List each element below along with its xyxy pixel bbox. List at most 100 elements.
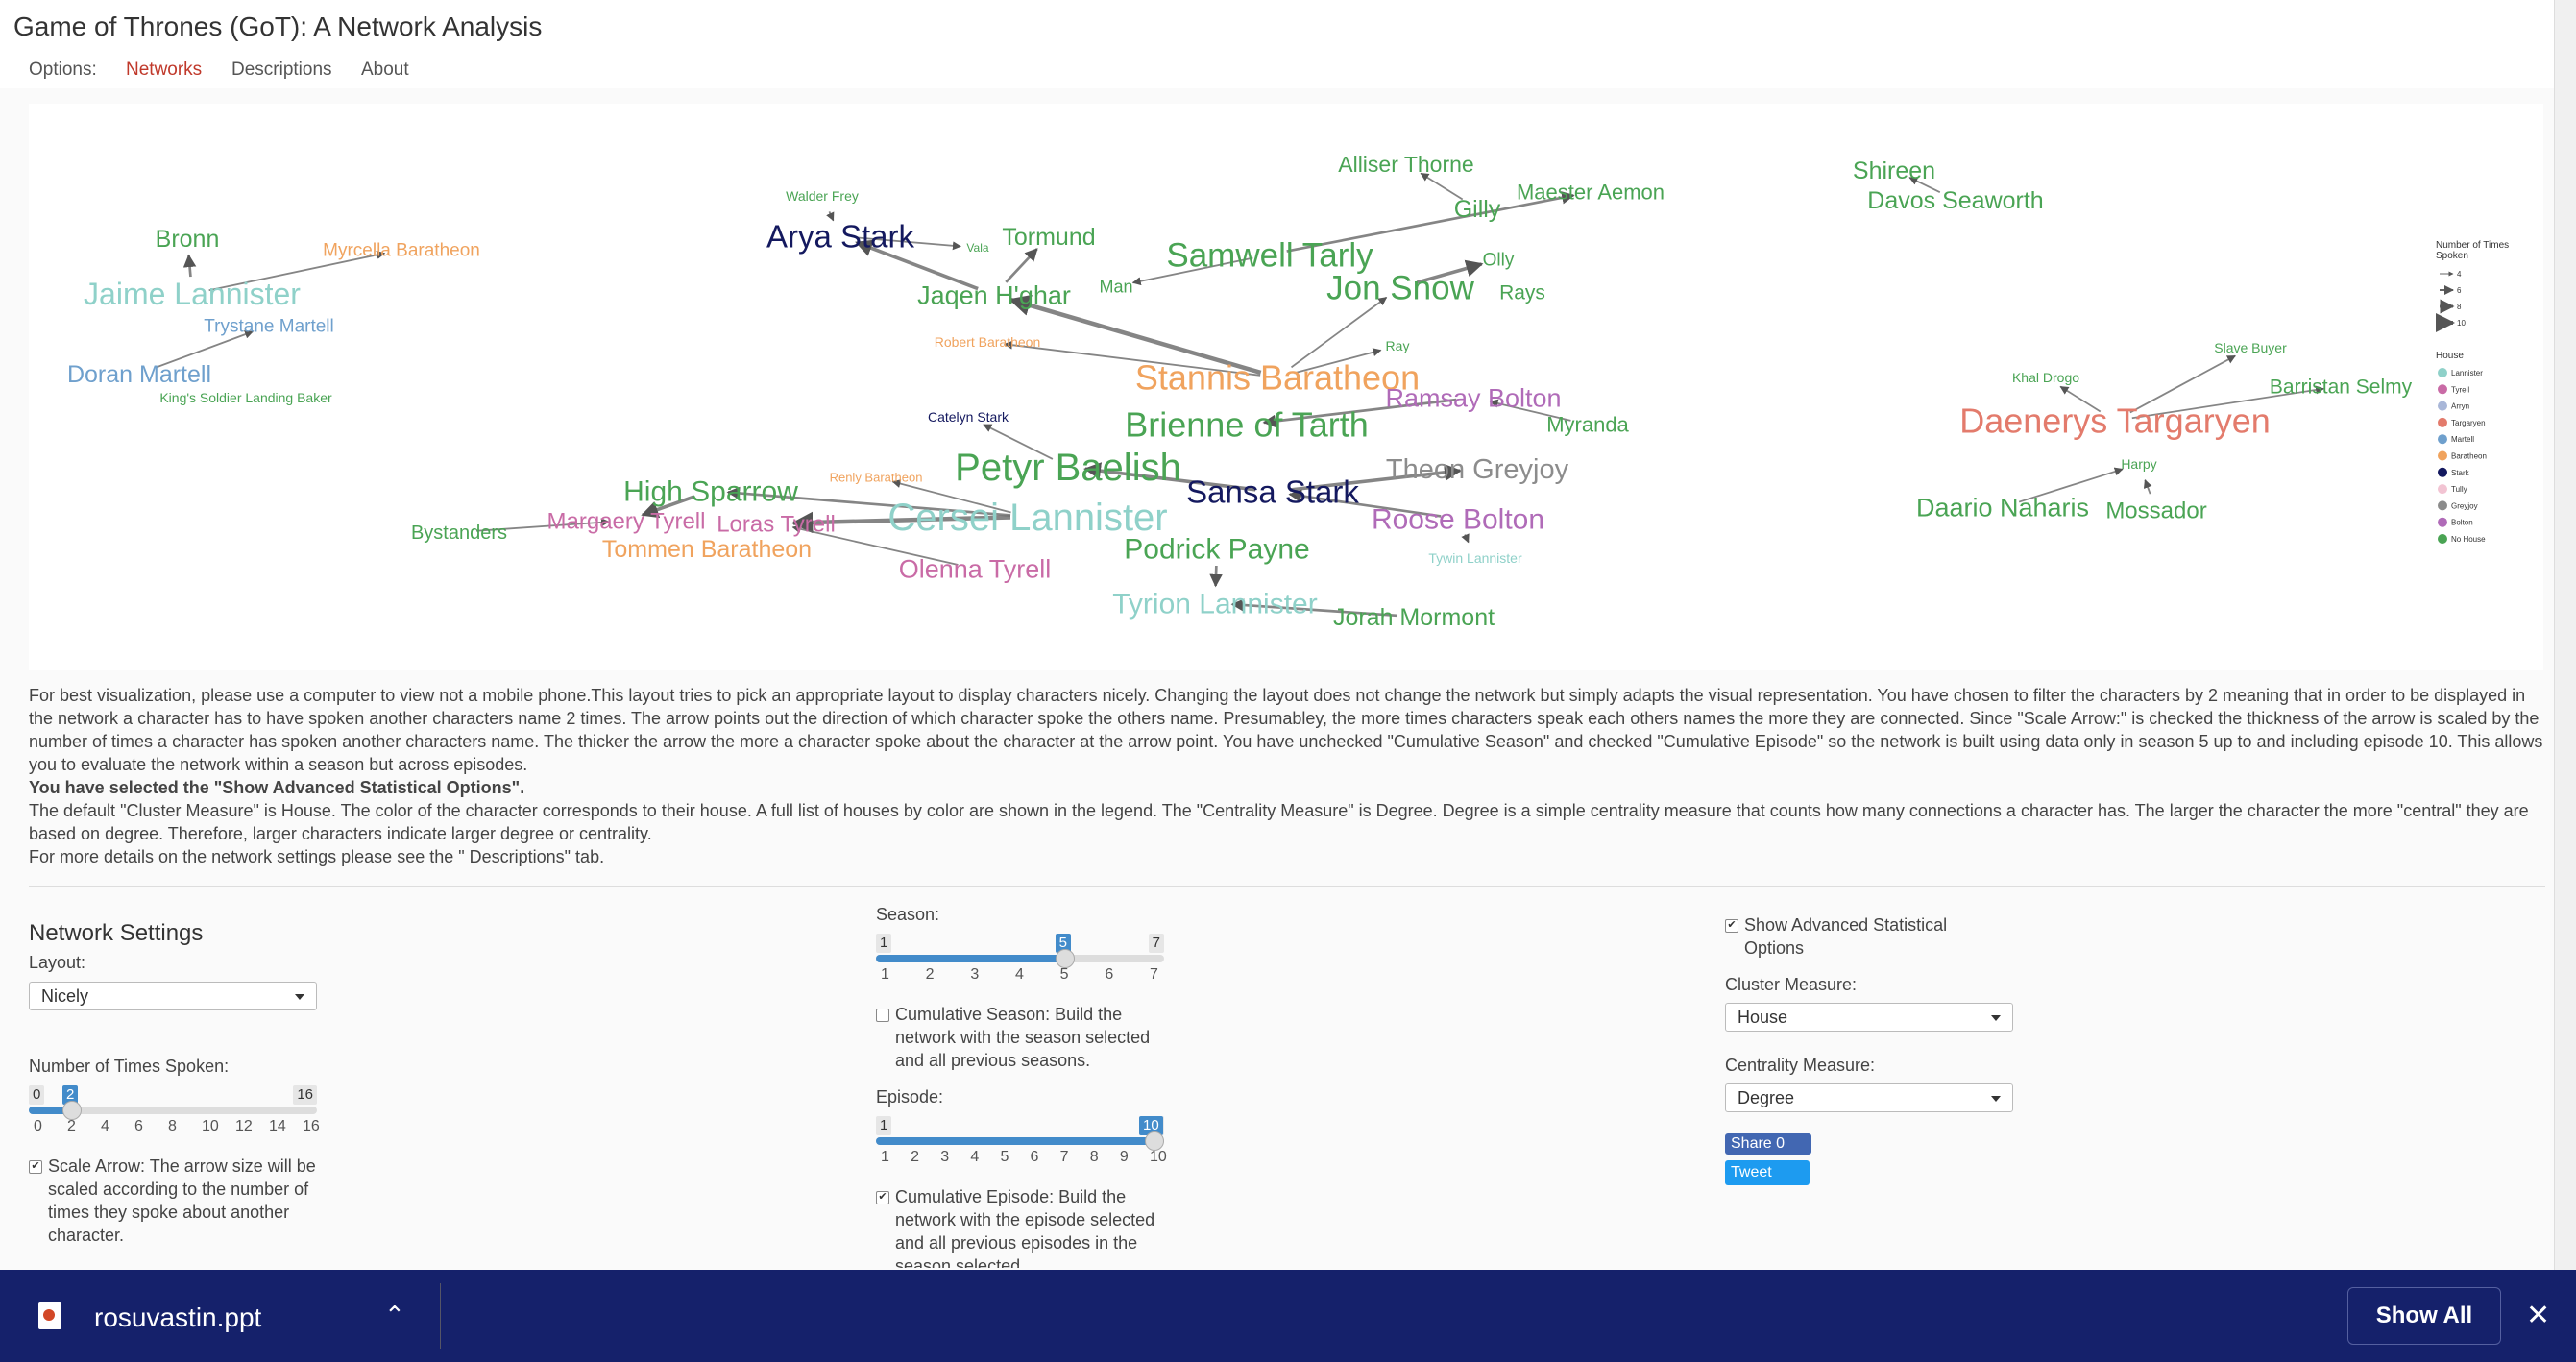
scrollbar[interactable] bbox=[2554, 0, 2576, 1270]
network-node-label[interactable]: Robert Baratheon bbox=[935, 334, 1041, 350]
network-node-label[interactable]: Catelyn Stark bbox=[928, 409, 1009, 425]
slider-tick-label: 6 bbox=[134, 1118, 143, 1134]
share-button[interactable]: Share 0 bbox=[1725, 1133, 1811, 1155]
network-node-label[interactable]: Petyr Baelish bbox=[955, 447, 1181, 489]
network-node-label[interactable]: Slave Buyer bbox=[2214, 340, 2287, 355]
advanced-options-checkbox[interactable]: ✔ bbox=[1725, 919, 1738, 933]
network-node-label[interactable]: Cersei Lannister bbox=[887, 497, 1167, 539]
page-title: Game of Thrones (GoT): A Network Analysi… bbox=[13, 12, 543, 41]
network-node-label[interactable]: Stannis Baratheon bbox=[1135, 358, 1420, 398]
network-node-label[interactable]: Loras Tyrell bbox=[717, 511, 836, 537]
slider-handle[interactable] bbox=[1055, 949, 1075, 968]
network-node-label[interactable]: Theon Greyjoy bbox=[1386, 454, 1569, 485]
slider-handle[interactable] bbox=[62, 1101, 82, 1120]
season-label: Season: bbox=[876, 905, 940, 924]
cluster-select[interactable]: House bbox=[1725, 1003, 2013, 1032]
times-slider[interactable]: 0 16 2 0 2 4 6 8 10 12 14 16 bbox=[29, 1085, 320, 1134]
network-node-label[interactable]: Myrcella Baratheon bbox=[323, 241, 480, 261]
tab-about[interactable]: About bbox=[361, 60, 409, 81]
slider-tick-label: 2 bbox=[67, 1118, 76, 1134]
close-icon[interactable]: ✕ bbox=[2526, 1299, 2550, 1332]
network-node-label[interactable]: Rays bbox=[1499, 281, 1545, 304]
network-node-label[interactable]: Bronn bbox=[156, 226, 220, 253]
layout-select[interactable]: Nicely bbox=[29, 982, 317, 1010]
network-node-label[interactable]: Harpy bbox=[2121, 456, 2156, 472]
network-node-label[interactable]: Renly Baratheon bbox=[830, 471, 923, 485]
network-node-label[interactable]: Sansa Stark bbox=[1186, 474, 1359, 510]
network-node-label[interactable]: Man bbox=[1099, 277, 1132, 296]
network-node-label[interactable]: Vala bbox=[966, 241, 988, 255]
network-node-label[interactable]: Brienne of Tarth bbox=[1125, 405, 1369, 445]
network-node-label[interactable]: Jaqen H'ghar bbox=[917, 280, 1071, 309]
slider-tick-label: 0 bbox=[34, 1118, 42, 1134]
tab-descriptions[interactable]: Descriptions bbox=[231, 60, 332, 81]
show-all-button[interactable]: Show All bbox=[2347, 1287, 2501, 1345]
network-node-label[interactable]: Podrick Payne bbox=[1124, 534, 1309, 566]
network-node-label[interactable]: Maester Aemon bbox=[1517, 181, 1665, 205]
chevron-down-icon bbox=[1991, 1096, 2001, 1102]
tweet-button[interactable]: Tweet bbox=[1725, 1160, 1810, 1185]
legend-size-title: Number of Times bbox=[2436, 240, 2509, 251]
legend-house-label: Tully bbox=[2451, 485, 2467, 494]
legend-house-label: Arryn bbox=[2451, 402, 2469, 411]
network-node-label[interactable]: Mossador bbox=[2105, 498, 2206, 523]
network-node-label[interactable]: Doran Martell bbox=[67, 361, 211, 388]
network-node-label[interactable]: Jaime Lannister bbox=[84, 277, 301, 311]
network-node-label[interactable]: Shireen bbox=[1853, 158, 1935, 184]
download-file-name[interactable]: rosuvastin.ppt bbox=[94, 1302, 261, 1333]
network-node-label[interactable]: Tormund bbox=[1002, 224, 1095, 251]
network-node-label[interactable]: Gilly bbox=[1454, 196, 1501, 223]
chevron-down-icon bbox=[295, 994, 304, 1000]
network-node-label[interactable]: Tywin Lannister bbox=[1428, 550, 1522, 566]
network-node-label[interactable]: Walder Frey bbox=[786, 188, 859, 204]
network-node-label[interactable]: Davos Seaworth bbox=[1867, 187, 2043, 214]
scale-arrow-checkbox[interactable]: ✔ bbox=[29, 1160, 42, 1174]
network-node-label[interactable]: Alliser Thorne bbox=[1338, 152, 1473, 177]
network-node-label[interactable]: Ray bbox=[1386, 338, 1410, 353]
network-node-label[interactable]: Daenerys Targaryen bbox=[1959, 401, 2271, 441]
season-slider[interactable]: 1751234567 bbox=[876, 934, 1164, 983]
divider bbox=[29, 886, 2545, 887]
cumulative-season-checkbox[interactable] bbox=[876, 1009, 889, 1022]
settings-heading: Network Settings bbox=[29, 920, 204, 946]
network-node-label[interactable]: Tyrion Lannister bbox=[1112, 589, 1317, 620]
chevron-up-icon[interactable]: ⌃ bbox=[384, 1301, 405, 1330]
episode-slider[interactable]: 1101012345678910 bbox=[876, 1116, 1167, 1165]
description-text: For best visualization, please use a com… bbox=[29, 684, 2545, 868]
network-graph[interactable]: Bronn Myrcella Baratheon Jaime Lannister Tr… bbox=[29, 104, 2543, 670]
network-node-label[interactable]: Margaery Tyrell bbox=[547, 508, 706, 534]
slider-tick-label: 6 bbox=[1105, 966, 1114, 983]
network-node-label[interactable]: Khal Drogo bbox=[2012, 370, 2079, 385]
slider-tick-label: 9 bbox=[1119, 1149, 1129, 1165]
network-node-label[interactable]: Trystane Martell bbox=[204, 317, 334, 337]
network-node-label[interactable]: Jorah Mormont bbox=[1333, 604, 1495, 631]
network-edge bbox=[2143, 479, 2152, 495]
network-node-label[interactable]: Roose Bolton bbox=[1372, 504, 1544, 536]
tab-networks[interactable]: Networks bbox=[126, 60, 202, 81]
network-node-label[interactable]: Olly bbox=[1483, 251, 1515, 271]
network-node-label[interactable]: King's Soldier Landing Baker bbox=[159, 390, 332, 405]
legend-house-label: Stark bbox=[2451, 469, 2470, 477]
network-node-label[interactable]: Ramsay Bolton bbox=[1385, 383, 1561, 412]
slider-tick-label: 4 bbox=[970, 1149, 980, 1165]
network-node-label[interactable]: High Sparrow bbox=[623, 476, 798, 508]
network-nodes: Bronn Myrcella Baratheon Jaime Lannister Tr… bbox=[67, 152, 2413, 631]
legend-house-swatch bbox=[2438, 517, 2447, 527]
network-node-label[interactable]: Jon Snow bbox=[1326, 269, 1474, 306]
centrality-select[interactable]: Degree bbox=[1725, 1083, 2013, 1112]
slider-tick-label: 4 bbox=[101, 1118, 109, 1134]
slider-handle[interactable] bbox=[1145, 1131, 1164, 1151]
network-node-label[interactable]: Barristan Selmy bbox=[2270, 376, 2413, 398]
slider-tick-label: 16 bbox=[303, 1118, 320, 1134]
cumulative-episode-checkbox[interactable]: ✔ bbox=[876, 1191, 889, 1204]
network-node-label[interactable]: Arya Stark bbox=[766, 219, 915, 255]
network-node-label[interactable]: Olenna Tyrell bbox=[899, 554, 1052, 583]
chevron-down-icon bbox=[1991, 1015, 2001, 1021]
network-node-label[interactable]: Bystanders bbox=[411, 523, 507, 544]
slider-min-label: 0 bbox=[29, 1085, 45, 1105]
cluster-value: House bbox=[1738, 1008, 1788, 1027]
network-node-label[interactable]: Daario Naharis bbox=[1916, 493, 2089, 522]
network-node-label[interactable]: Tommen Baratheon bbox=[602, 536, 812, 563]
network-node-label[interactable]: Myranda bbox=[1546, 413, 1629, 437]
slider-tick-label: 10 bbox=[202, 1118, 219, 1134]
